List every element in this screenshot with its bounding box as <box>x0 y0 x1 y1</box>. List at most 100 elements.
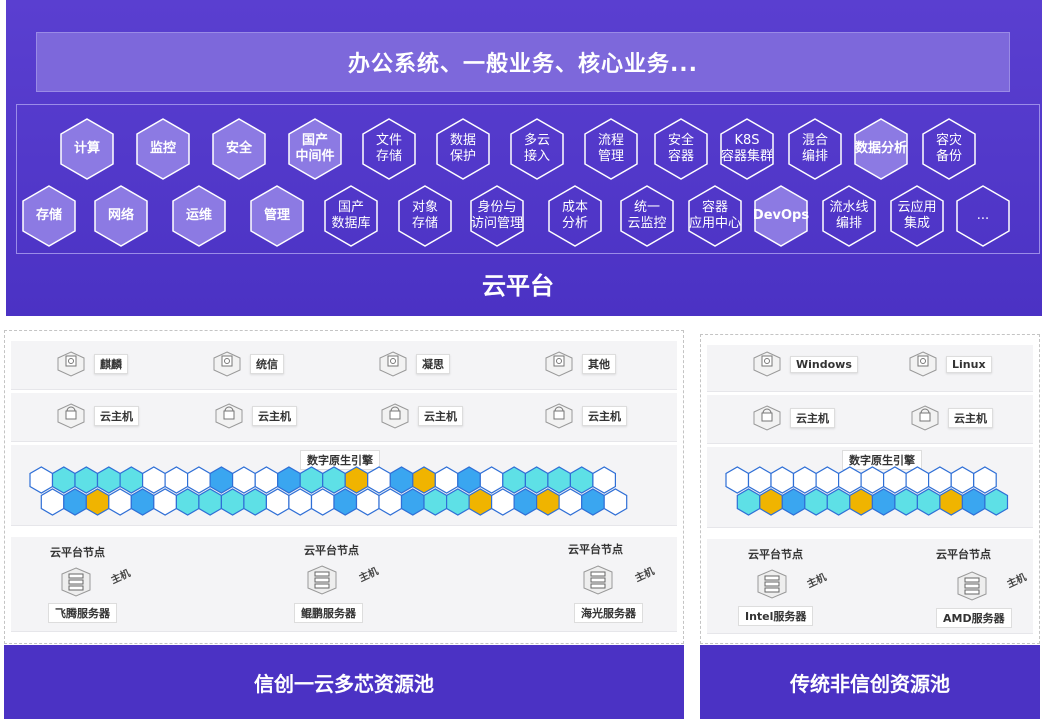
engine-hex-cell <box>85 488 110 516</box>
vm-box-icon <box>753 405 781 431</box>
service-hex-label: 对象 存储 <box>411 200 438 231</box>
os-label: 统信 <box>250 354 284 374</box>
engine-hex-cell <box>434 466 459 494</box>
node-label: 云平台节点 <box>748 548 803 561</box>
node-label: 云平台节点 <box>304 544 359 557</box>
vm-label: 云主机 <box>790 408 835 428</box>
service-hex-label: 存储 <box>35 208 62 223</box>
service-hex-row2-9: 容器 应用中心 <box>686 184 744 248</box>
vm-label: 云主机 <box>418 406 463 426</box>
server-label: Intel服务器 <box>738 606 814 626</box>
engine-hex-cell <box>232 466 256 494</box>
engine-hex-cluster <box>29 466 628 516</box>
service-hex-row1-5: 数据 保护 <box>434 117 492 181</box>
engine-hex-cell <box>973 466 997 494</box>
engine-hex-cell <box>389 466 414 494</box>
os-item-windows: Windows <box>752 350 858 378</box>
vm-label: 云主机 <box>94 406 139 426</box>
vm-item: 云主机 <box>380 402 463 430</box>
service-hex-label: 云应用 集成 <box>897 200 937 231</box>
service-hex-row2-6: 身份与 访问管理 <box>468 184 526 248</box>
os-label: 凝思 <box>416 354 450 374</box>
engine-hex-cell <box>950 466 975 494</box>
engine-hex-cell <box>984 488 1009 516</box>
service-hex-row2-2: 运维 <box>170 184 228 248</box>
service-hex-row2-4: 国产 数据库 <box>322 184 380 248</box>
engine-hex-cell <box>569 466 594 494</box>
server-label: 海光服务器 <box>574 603 643 623</box>
service-hex-row2-3: 管理 <box>248 184 306 248</box>
engine-hex-cell <box>603 488 628 516</box>
engine-hex-cell <box>770 466 795 494</box>
engine-hex-cell <box>187 466 211 494</box>
os-label: Linux <box>946 355 992 373</box>
service-hex-label: 计算 <box>73 141 100 156</box>
engine-hex-cell <box>781 488 806 516</box>
service-hex-label: K8S 容器集群 <box>720 133 773 164</box>
server-label: 飞腾服务器 <box>48 603 117 623</box>
engine-hex-cell <box>871 488 896 516</box>
os-label: 麒麟 <box>94 354 128 374</box>
vm-item: 云主机 <box>752 404 835 432</box>
engine-hex-cell <box>164 466 189 494</box>
engine-hex-cell <box>265 488 290 516</box>
xinchuang-pool-footer: 信创一云多芯资源池 <box>4 645 684 719</box>
service-hex-label: 国产 中间件 <box>295 133 335 164</box>
engine-hex-cell <box>175 488 200 516</box>
engine-hex-cell <box>536 488 560 516</box>
engine-hex-cell <box>130 488 155 516</box>
server-icon <box>757 569 787 599</box>
engine-hex-cell <box>423 488 448 516</box>
traditional-pool-footer: 传统非信创资源池 <box>700 645 1040 719</box>
service-hex-row2-1: 网络 <box>92 184 150 248</box>
service-hex-row1-1: 监控 <box>134 117 192 181</box>
vm-box-icon <box>911 405 939 431</box>
service-hex-row1-4: 文件 存储 <box>360 117 418 181</box>
engine-hex-cell <box>209 466 234 494</box>
engine-hex-cell <box>894 488 918 516</box>
os-label: 其他 <box>582 354 616 374</box>
engine-hex-cell <box>254 466 279 494</box>
business-banner: 办公系统、一般业务、核心业务... <box>36 32 1010 92</box>
service-hex-label: 监控 <box>149 141 176 156</box>
service-hex-label: 混合 编排 <box>801 133 828 164</box>
engine-hex-cell <box>905 466 930 494</box>
server-icon <box>957 571 987 601</box>
vm-box-icon <box>57 403 85 429</box>
service-hex-row1-6: 多云 接入 <box>508 117 566 181</box>
engine-hex-cell <box>547 466 572 494</box>
service-hex-row2-8: 统一 云监控 <box>618 184 676 248</box>
service-hex-row1-3: 国产 中间件 <box>286 117 344 181</box>
service-hex-label: 安全 <box>225 141 252 156</box>
os-label: Windows <box>790 355 858 373</box>
service-hex-label: 管理 <box>263 208 290 223</box>
engine-hex-cell <box>153 488 177 516</box>
server-label: 鲲鹏服务器 <box>294 603 363 623</box>
service-hex-row1-10: 混合 编排 <box>786 117 844 181</box>
vm-box-icon <box>545 403 573 429</box>
vm-item: 云主机 <box>544 402 627 430</box>
os-box-icon <box>213 351 241 377</box>
service-hex-label: DevOps <box>752 208 810 223</box>
service-hex-label: ... <box>976 208 990 223</box>
vm-box-icon <box>215 403 243 429</box>
service-hex-row1-7: 流程 管理 <box>582 117 640 181</box>
engine-hex-cell <box>939 488 963 516</box>
engine-hex-cell <box>792 466 817 494</box>
engine-hex-cell <box>412 466 436 494</box>
engine-hex-cell <box>310 488 335 516</box>
engine-hex-cell <box>883 466 907 494</box>
vm-label: 云主机 <box>948 408 993 428</box>
os-box-icon <box>545 351 573 377</box>
server-icon <box>61 567 91 597</box>
service-hex-row1-8: 安全 容器 <box>652 117 710 181</box>
vm-item: 云主机 <box>214 402 297 430</box>
service-hex-label: 运维 <box>185 208 212 223</box>
node-label: 云平台节点 <box>568 543 623 556</box>
engine-hex-cell <box>736 488 761 516</box>
engine-hex-cell <box>288 488 313 516</box>
engine-hex-cell <box>400 488 425 516</box>
engine-hex-cell <box>502 466 526 494</box>
engine-hex-cell <box>119 466 144 494</box>
engine-hex-cell <box>344 466 369 494</box>
